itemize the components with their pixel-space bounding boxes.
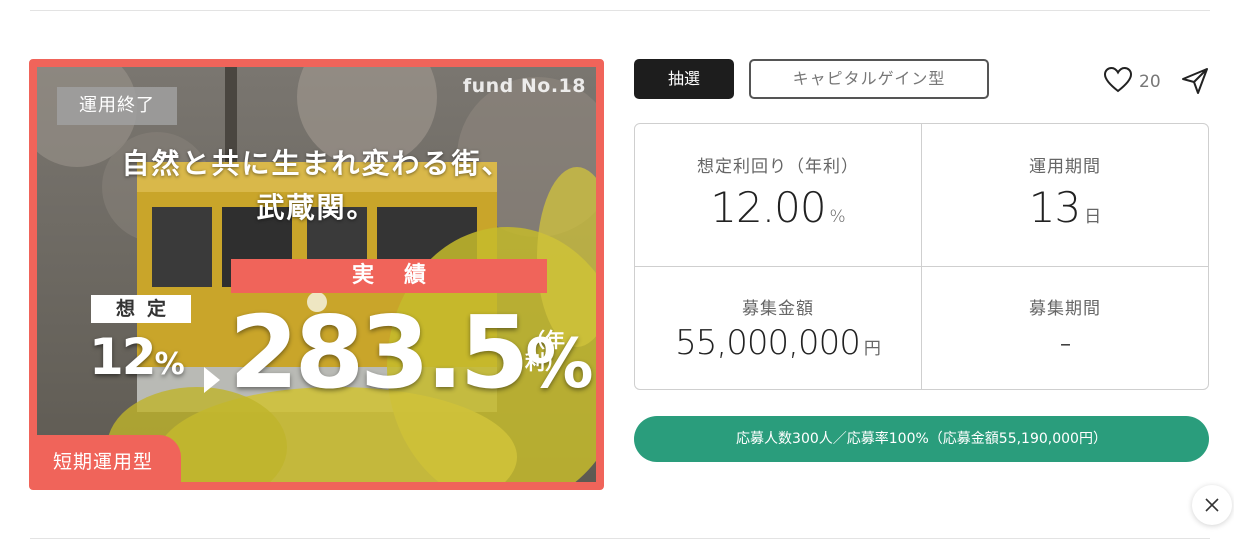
amount-cell: 募集金額 55,000,000 円 bbox=[635, 294, 921, 363]
amount-label: 募集金額 bbox=[742, 299, 814, 319]
fund-number: fund No.18 bbox=[462, 75, 586, 97]
actual-yield-number: 283.5 bbox=[229, 294, 529, 411]
yield-label: 想定利回り（年利） bbox=[697, 157, 859, 177]
fund-card-page: 運用終了 fund No.18 自然と共に生まれ変わる街、 武蔵関。 実績 想定… bbox=[0, 0, 1234, 550]
short-term-badge: 短期運用型 bbox=[37, 435, 181, 482]
period-value: 13 日 bbox=[922, 183, 1208, 232]
send-icon bbox=[1182, 68, 1208, 94]
favorite-count: 20 bbox=[1139, 72, 1161, 92]
close-button[interactable] bbox=[1192, 485, 1232, 525]
lottery-tag: 抽選 bbox=[634, 59, 734, 99]
headline-line-2: 武蔵関。 bbox=[256, 191, 377, 224]
period-unit: 日 bbox=[1084, 207, 1102, 227]
per-year-label: （年利） bbox=[525, 328, 565, 374]
favorite-button[interactable]: 20 bbox=[1103, 66, 1163, 98]
close-icon bbox=[1205, 498, 1219, 512]
assumed-yield-unit: % bbox=[154, 347, 185, 382]
recruit-period-number: - bbox=[1059, 323, 1071, 363]
period-number: 13 bbox=[1028, 183, 1081, 232]
bottom-divider bbox=[30, 538, 1210, 539]
yield-unit: % bbox=[829, 207, 846, 227]
application-status-bar[interactable]: 応募人数300人／応募率100%（応募金額55,190,000円） bbox=[634, 416, 1209, 462]
amount-value: 55,000,000 円 bbox=[635, 323, 921, 363]
fund-stats-grid: 想定利回り（年利） 12.00% 運用期間 13 日 募集金額 55,000,00… bbox=[634, 123, 1209, 390]
recruit-period-value: - bbox=[922, 323, 1208, 363]
assumed-yield-number: 12 bbox=[89, 328, 157, 386]
recruit-period-cell: 募集期間 - bbox=[922, 294, 1208, 363]
period-label: 運用期間 bbox=[1029, 157, 1101, 177]
grid-horizontal-divider bbox=[635, 266, 1208, 267]
yield-cell: 想定利回り（年利） 12.00% bbox=[635, 152, 921, 232]
assumed-label: 想定 bbox=[91, 295, 191, 323]
amount-number: 55,000,000 bbox=[675, 323, 861, 363]
period-cell: 運用期間 13 日 bbox=[922, 152, 1208, 232]
yield-value: 12.00% bbox=[635, 183, 921, 232]
result-label: 実績 bbox=[231, 259, 547, 293]
operation-ended-badge: 運用終了 bbox=[57, 87, 177, 125]
share-button[interactable] bbox=[1180, 66, 1210, 96]
yield-number: 12.00 bbox=[710, 183, 826, 232]
fund-banner-image[interactable]: 運用終了 fund No.18 自然と共に生まれ変わる街、 武蔵関。 実績 想定… bbox=[29, 59, 604, 490]
banner-headline: 自然と共に生まれ変わる街、 武蔵関。 bbox=[37, 142, 596, 230]
heart-icon bbox=[1103, 66, 1133, 93]
capital-gain-tag: キャピタルゲイン型 bbox=[749, 59, 989, 99]
arrow-right-icon bbox=[204, 367, 220, 393]
amount-unit: 円 bbox=[863, 339, 881, 359]
recruit-period-label: 募集期間 bbox=[1029, 299, 1101, 319]
headline-line-1: 自然と共に生まれ変わる街、 bbox=[121, 147, 512, 180]
assumed-yield: 12% bbox=[89, 327, 185, 395]
top-divider bbox=[30, 10, 1210, 11]
